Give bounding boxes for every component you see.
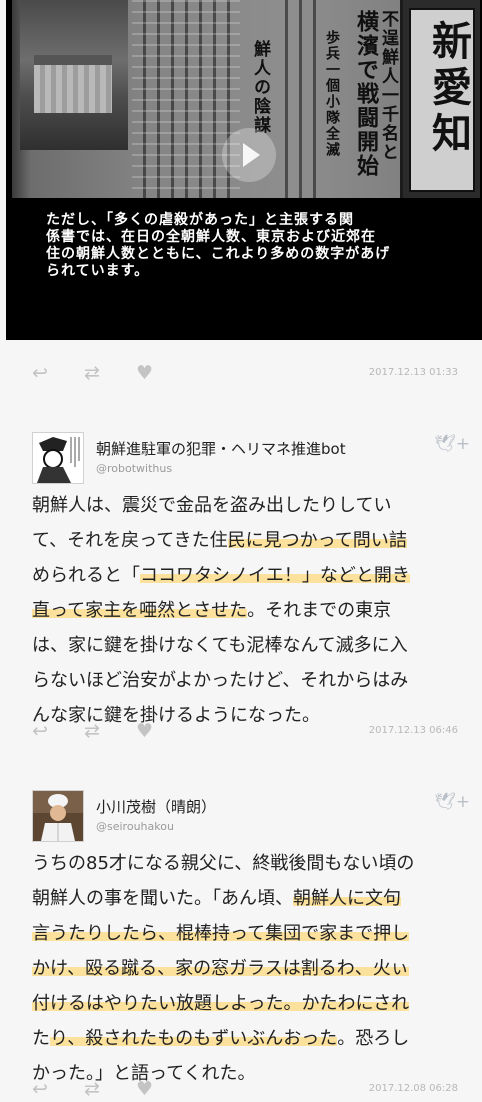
video-caption: ただし、「多くの虐殺があった」と主張する関 係書では、在日の全朝鮮人数、東京およ… [46,212,456,280]
tweet-text-line: うちの85才になる親父に、終戦後間もない頃の [32,846,472,881]
retweet-icon[interactable]: ⇄ [84,1078,100,1100]
tweet-actions: ↩ ⇄ ♥ 2017.12.08 06:28 [32,1078,472,1102]
newspaper-photo [20,0,128,150]
embedded-video[interactable]: 鮮人の陰謀 歩兵一個小隊全滅 横濱で戦闘開始 不逞鮮人一千名と 新愛知 ただし、… [6,0,482,340]
tweet-actions: ↩ ⇄ ♥ 2017.12.13 06:46 [32,720,472,744]
headline-3: 歩兵一個小隊全滅 [324,30,340,158]
tweet-text-line: 朝鮮人の事を聞いた。「あん頃、朝鮮人に文句 [32,881,472,916]
tweet-text-line: かけ、殴る蹴る、家の窓ガラスは割るわ、火ぃ [32,951,472,986]
avatar[interactable] [32,432,84,484]
text-segment: らないほど治安がよかったけど、それからはみ [32,670,409,691]
retweet-icon[interactable]: ⇄ [84,362,100,384]
tweet-text: 朝鮮人は、震災で金品を盗み出したりしてい て、それを戻ってきた住民に見つかって問い… [32,488,472,733]
newspaper-masthead: 新愛知 [400,0,480,198]
highlighted-text: り、殺されたものもずいぶんおった [50,1028,338,1049]
chef-avatar-image [33,791,83,841]
tweet-header: 小川茂樹（晴朗） @seirouhakou 🕊+ [32,790,472,846]
user-handle[interactable]: @robotwithus [96,462,172,475]
tweet-text-line: 直って家主を唖然とさせた。それまでの東京 [32,593,472,628]
heart-icon[interactable]: ♥ [136,1078,153,1100]
twitter-bird-follow-icon[interactable]: 🕊+ [434,792,470,812]
tweet-text-line: らないほど治安がよかったけど、それからはみ [32,663,472,698]
twitter-bird-follow-icon[interactable]: 🕊+ [434,434,470,454]
headline-1: 不逞鮮人一千名と [378,10,398,162]
caption-line: 住の朝鮮人数とともに、これより多めの数字があげ [46,246,391,262]
tweet-actions: ↩ ⇄ ♥ 2017.12.13 01:33 [32,362,472,386]
highlighted-text: 朝鮮人に文句 [293,888,401,909]
heart-icon[interactable]: ♥ [136,720,153,742]
reply-icon[interactable]: ↩ [32,720,48,742]
user-handle[interactable]: @seirouhakou [96,820,174,833]
text-segment: 。それまでの東京 [247,600,392,621]
text-segment: うちの85才になる親父に、終戦後間もない頃の [32,853,415,874]
text-segment: 。恐ろし [337,1028,410,1049]
tweet-timestamp[interactable]: 2017.12.13 06:46 [369,725,458,736]
text-segment: 朝鮮人は、震災で金品を盗み出したりしてい [32,495,392,516]
highlighted-text: 付けるはやりたい放題しよった。かたわにされ [32,993,410,1014]
tweet-text-line: 付けるはやりたい放題しよった。かたわにされ [32,986,472,1021]
text-segment: て、それを戻ってきた住 [32,530,228,551]
manga-avatar-image [33,433,83,483]
highlighted-text: 言うたりしたら、棍棒持って集団で家まで押し [32,923,410,944]
tweet-header: 朝鮮進駐軍の犯罪・ヘリマネ推進bot @robotwithus 🕊+ [32,432,472,488]
retweet-icon[interactable]: ⇄ [84,720,100,742]
caption-line: 係書では、在日の全朝鮮人数、東京および近郊在 [46,229,376,245]
highlighted-text: 直って家主を唖然とさせた [32,600,248,621]
highlighted-text: 民に見つかって問い詰 [227,530,407,551]
tweet-text-line: められると「ココワタシノイエ！」などと開き [32,558,472,593]
masthead-frame: 新愛知 [409,8,475,192]
highlighted-text: かけ、殴る蹴る、家の窓ガラスは割るわ、火ぃ [32,958,409,979]
masthead-title: 新愛知 [425,20,472,158]
reply-icon[interactable]: ↩ [32,362,48,384]
tweet-text-line: 言うたりしたら、棍棒持って集団で家まで押し [32,916,472,951]
caption-line: ただし、「多くの虐殺があった」と主張する関 [46,212,354,228]
reply-icon[interactable]: ↩ [32,1078,48,1100]
tweet-text-line: は、家に鍵を掛けなくても泥棒なんて滅多に入 [32,628,472,663]
user-display-name[interactable]: 朝鮮進駐軍の犯罪・ヘリマネ推進bot [96,438,346,459]
user-display-name[interactable]: 小川茂樹（晴朗） [96,796,216,817]
text-segment: められると「 [32,565,140,586]
play-button-icon[interactable] [222,128,276,182]
tweet-timestamp[interactable]: 2017.12.13 01:33 [369,367,458,378]
tweet-text-line: て、それを戻ってきた住民に見つかって問い詰 [32,523,472,558]
text-segment: 朝鮮人の事を聞いた。「あん頃、 [32,888,293,909]
caption-line: られています。 [46,263,150,279]
tweet-text: うちの85才になる親父に、終戦後間もない頃の 朝鮮人の事を聞いた。「あん頃、朝鮮人… [32,846,472,1091]
tweet-text-line: 朝鮮人は、震災で金品を盗み出したりしてい [32,488,472,523]
highlighted-text: ココワタシノイエ！」などと開き [140,565,410,586]
text-segment: た [32,1028,50,1049]
building-illustration [34,55,112,113]
article-text-columns-2 [274,0,320,198]
heart-icon[interactable]: ♥ [136,362,153,384]
avatar[interactable] [32,790,84,842]
tweet-timestamp[interactable]: 2017.12.08 06:28 [369,1083,458,1094]
article-text-rows [132,0,240,198]
tweet-text-line: たり、殺されたものもずいぶんおった。恐ろし [32,1021,472,1056]
text-segment: は、家に鍵を掛けなくても泥棒なんて滅多に入 [32,635,408,656]
